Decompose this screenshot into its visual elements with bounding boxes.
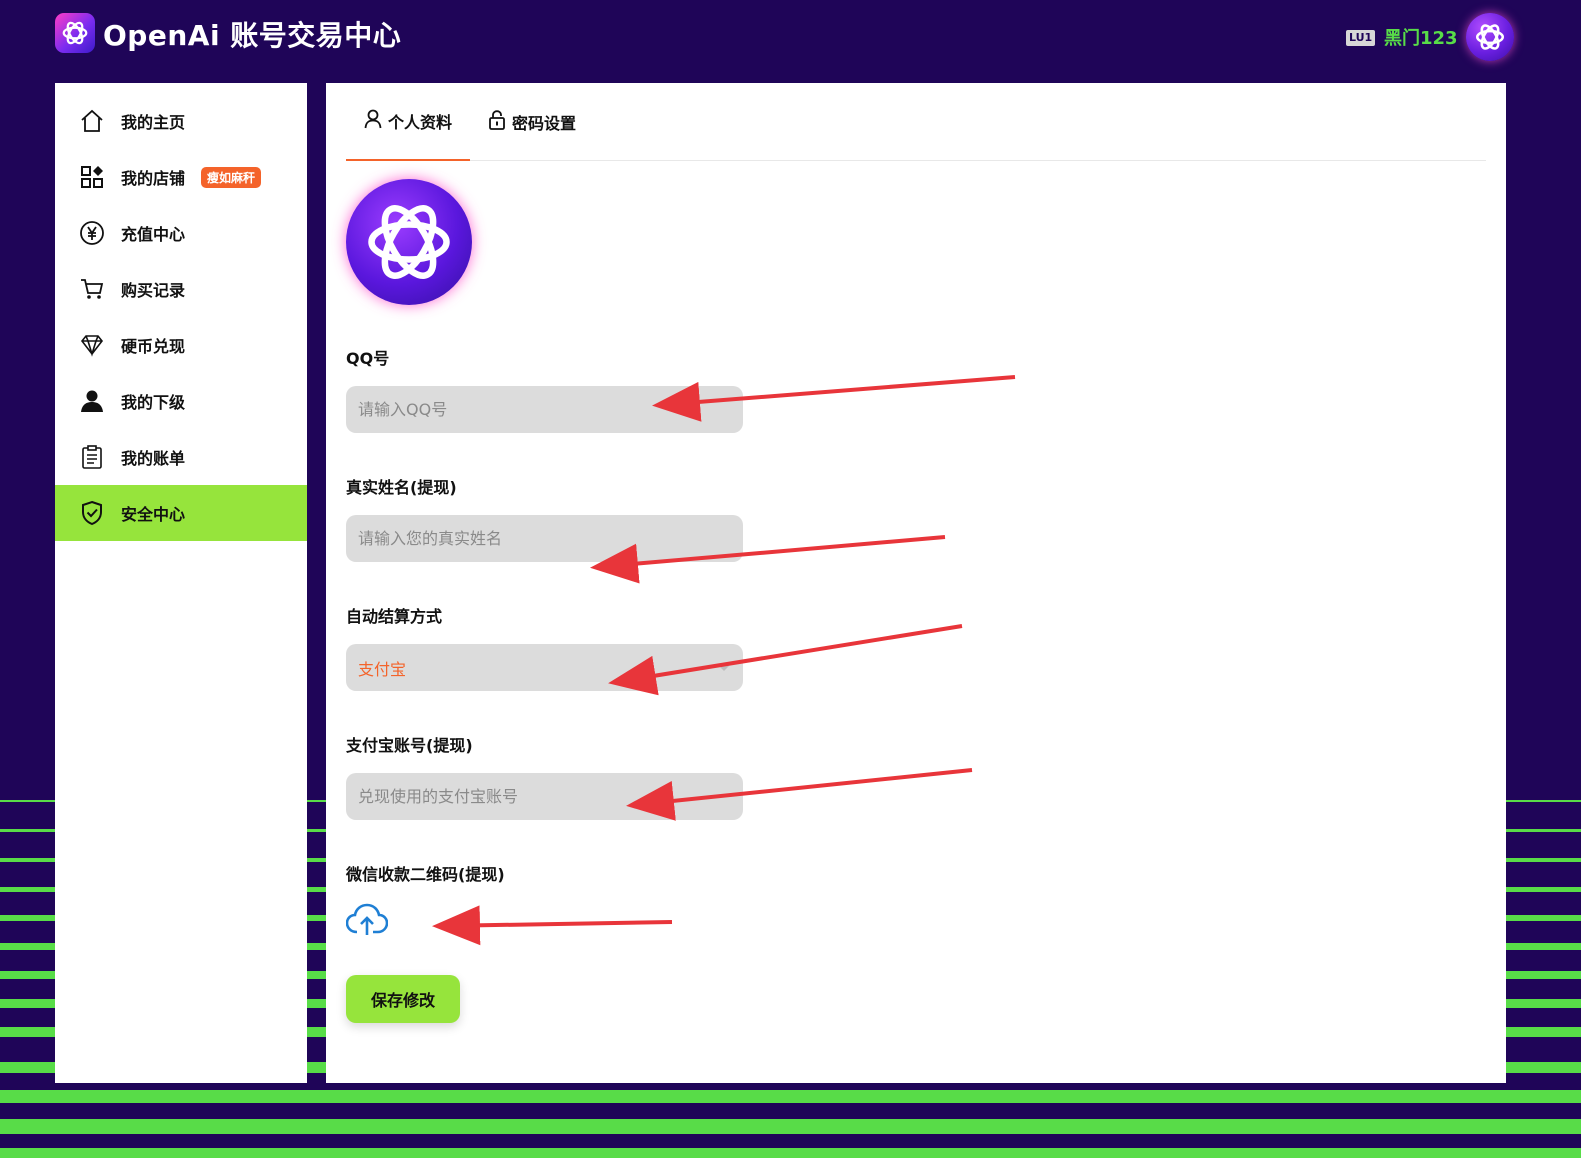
sidebar-item-bills[interactable]: 我的账单 [55,429,307,485]
top-header: OpenAi 账号交易中心 LU1 黑门123 [0,0,1581,80]
tab-label: 个人资料 [388,113,453,132]
main-panel: 个人资料 密码设置 QQ号 真实姓名(提现) 自动结算方式 支付宝 支付宝账号(… [326,83,1506,1083]
level-badge: LU1 [1346,30,1376,46]
real-name-label: 真实姓名(提现) [346,478,457,497]
sidebar-item-label: 充值中心 [121,225,186,244]
user-outline-icon [364,109,382,133]
alipay-input[interactable] [346,773,743,820]
settlement-select[interactable]: 支付宝 [346,644,743,691]
shop-grid-icon [79,164,105,190]
settlement-value: 支付宝 [358,659,407,679]
clipboard-icon [79,444,105,470]
sidebar-item-security[interactable]: 安全中心 [55,485,307,541]
sidebar-item-purchases[interactable]: 购买记录 [55,261,307,317]
diamond-icon [79,332,105,358]
alipay-label: 支付宝账号(提现) [346,736,473,755]
sidebar-item-coin-cashout[interactable]: 硬币兑现 [55,317,307,373]
username[interactable]: 黑门123 [1384,24,1458,50]
shield-check-icon [79,500,105,526]
sidebar-item-subordinates[interactable]: 我的下级 [55,373,307,429]
sidebar: 我的主页 我的店铺 瘦如麻秆 充值中心 购买记录 硬币兑现 我的下级 我的账单 … [55,83,307,1083]
home-icon [79,108,105,134]
sidebar-item-label: 安全中心 [121,505,186,524]
chevron-down-icon [717,658,731,677]
yen-coin-icon [79,220,105,246]
cloud-upload-icon[interactable] [345,903,389,937]
save-button[interactable]: 保存修改 [346,975,460,1023]
real-name-input[interactable] [346,515,743,562]
tab-profile[interactable]: 个人资料 [346,83,471,161]
shop-badge: 瘦如麻秆 [201,166,262,188]
sidebar-item-shop[interactable]: 我的店铺 瘦如麻秆 [55,149,307,205]
settlement-label: 自动结算方式 [346,607,443,626]
sidebar-item-label: 我的店铺 [121,169,186,188]
lock-icon [488,110,506,134]
sidebar-item-label: 硬币兑现 [121,337,186,356]
sidebar-item-label: 我的下级 [121,393,186,412]
profile-avatar[interactable] [346,179,472,305]
tab-label: 密码设置 [512,114,577,133]
openai-logo-icon[interactable] [55,13,95,53]
sidebar-item-recharge[interactable]: 充值中心 [55,205,307,261]
sidebar-item-label: 我的主页 [121,113,186,132]
qq-input[interactable] [346,386,743,433]
sidebar-item-label: 购买记录 [121,281,186,300]
user-icon [79,388,105,414]
tab-bar: 个人资料 密码设置 [346,83,1486,161]
app-title: OpenAi 账号交易中心 [103,19,402,52]
sidebar-item-label: 我的账单 [121,449,186,468]
cart-icon [79,276,105,302]
qq-label: QQ号 [346,349,390,368]
wechat-qr-label: 微信收款二维码(提现) [346,865,505,884]
user-avatar[interactable] [1466,13,1514,61]
sidebar-item-home[interactable]: 我的主页 [55,93,307,149]
tab-password[interactable]: 密码设置 [470,83,594,161]
